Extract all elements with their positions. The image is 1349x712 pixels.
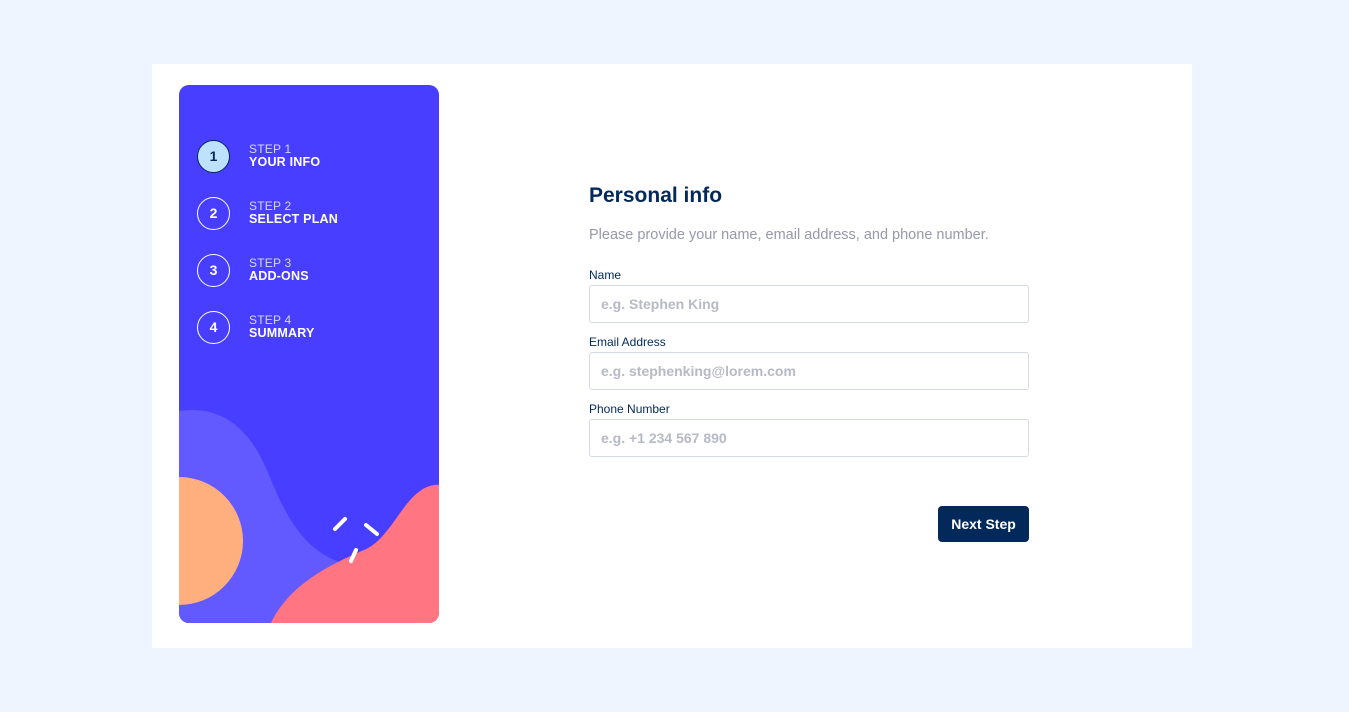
phone-input[interactable]: [589, 419, 1029, 457]
phone-label: Phone Number: [589, 402, 670, 416]
step-text: STEP 2 SELECT PLAN: [249, 200, 338, 226]
form-subtitle: Please provide your name, email address,…: [589, 227, 989, 243]
step-number-badge: 1: [197, 139, 230, 173]
step-title: ADD-ONS: [249, 269, 309, 283]
form-card: 1 STEP 1 YOUR INFO 2 STEP 2 SELECT PLAN …: [152, 64, 1192, 648]
step-text: STEP 3 ADD-ONS: [249, 257, 309, 283]
form-title: Personal info: [589, 184, 723, 207]
step-sidebar: 1 STEP 1 YOUR INFO 2 STEP 2 SELECT PLAN …: [179, 85, 439, 623]
step-title: YOUR INFO: [249, 155, 321, 169]
step-text: STEP 4 SUMMARY: [249, 314, 315, 340]
email-label: Email Address: [589, 335, 666, 349]
step-list: 1 STEP 1 YOUR INFO 2 STEP 2 SELECT PLAN …: [197, 139, 338, 367]
phone-field-group: Phone Number: [589, 402, 1029, 457]
next-step-button[interactable]: Next Step: [938, 506, 1029, 542]
name-field-group: Name: [589, 268, 1029, 323]
step-text: STEP 1 YOUR INFO: [249, 143, 320, 169]
personal-info-form: Personal info Please provide your name, …: [589, 64, 1049, 648]
sparkle-line-2: [364, 523, 379, 536]
email-field-group: Email Address: [589, 335, 1029, 390]
step-title: SELECT PLAN: [249, 212, 339, 226]
sparkle-line-1: [333, 517, 347, 531]
step-item-summary[interactable]: 4 STEP 4 SUMMARY: [197, 310, 338, 344]
name-input[interactable]: [589, 285, 1029, 323]
step-item-your-info[interactable]: 1 STEP 1 YOUR INFO: [197, 139, 338, 173]
step-item-select-plan[interactable]: 2 STEP 2 SELECT PLAN: [197, 196, 338, 230]
name-label: Name: [589, 268, 622, 282]
step-title: SUMMARY: [249, 326, 315, 340]
step-number-badge: 3: [197, 253, 230, 287]
step-item-add-ons[interactable]: 3 STEP 3 ADD-ONS: [197, 253, 338, 287]
step-number-badge: 2: [197, 196, 230, 230]
email-input[interactable]: [589, 352, 1029, 390]
step-number-badge: 4: [197, 310, 230, 344]
